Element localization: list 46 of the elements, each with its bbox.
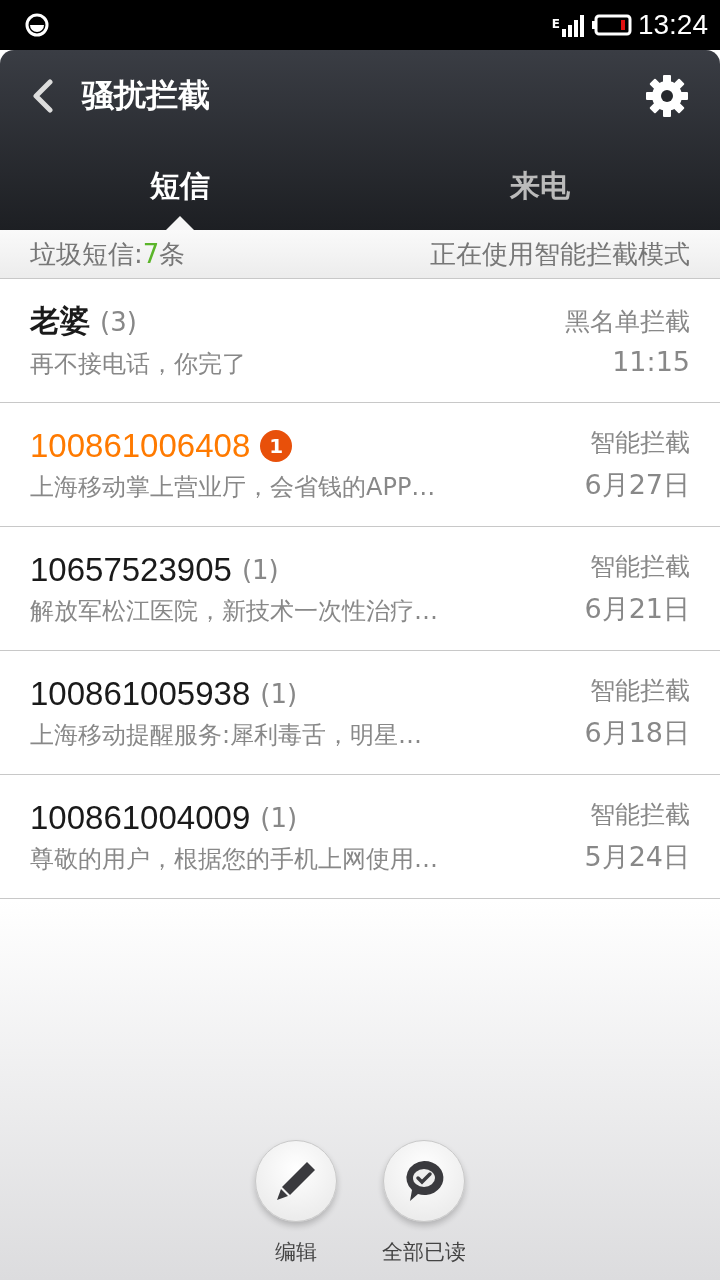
sender: 100861004009	[30, 798, 251, 837]
block-rule: 智能拦截	[590, 551, 690, 583]
clock: 13:24	[637, 9, 708, 41]
block-rule: 黑名单拦截	[565, 305, 690, 338]
settings-icon[interactable]	[644, 73, 690, 119]
mark-read-button[interactable]	[383, 1140, 465, 1222]
mode-status: 正在使用智能拦截模式	[430, 237, 690, 271]
block-rule: 智能拦截	[590, 799, 690, 831]
pencil-icon	[274, 1159, 318, 1203]
edit-button[interactable]	[255, 1140, 337, 1222]
unread-badge: 1	[260, 429, 293, 462]
signal-icon	[559, 13, 586, 37]
message-preview: 尊敬的用户，根据您的手机上网使用…	[30, 843, 438, 875]
message-preview: 再不接电话，你完了	[30, 349, 246, 380]
message-count: (1)	[260, 802, 298, 833]
block-rule: 智能拦截	[590, 427, 690, 459]
sender: 100861005938	[30, 674, 251, 713]
message-count: (1)	[260, 678, 298, 709]
message-preview: 上海移动提醒服务:犀利毒舌，明星…	[30, 719, 423, 751]
message-row[interactable]: 10657523905 (1) 解放军松江医院，新技术一次性治疗… 智能拦截 6月21日	[0, 527, 720, 651]
message-row[interactable]: 老婆 (3) 再不接电话，你完了 黑名单拦截 11:15	[0, 279, 720, 403]
spam-count: 垃圾短信:7条	[30, 237, 186, 271]
message-time: 11:15	[612, 345, 690, 377]
network-type: E	[551, 17, 560, 31]
message-time: 6月27日	[584, 468, 690, 502]
message-preview: 上海移动掌上营业厅，会省钱的APP…	[30, 471, 436, 503]
sender: 老婆	[30, 302, 90, 340]
message-count: (1)	[241, 554, 279, 585]
page-title: 骚扰拦截	[82, 75, 211, 116]
action-label: 全部已读	[382, 1239, 466, 1266]
block-rule: 智能拦截	[590, 675, 690, 707]
message-row[interactable]: 100861005938 (1) 上海移动提醒服务:犀利毒舌，明星… 智能拦截 6月18日	[0, 651, 720, 775]
app-notification-icon	[24, 12, 50, 38]
battery-icon	[591, 14, 632, 36]
message-row[interactable]: 100861004009 (1) 尊敬的用户，根据您的手机上网使用… 智能拦截 5月24日	[0, 775, 720, 899]
message-time: 6月18日	[584, 716, 690, 750]
message-row[interactable]: 100861006408 1 上海移动掌上营业厅，会省钱的APP… 智能拦截 6月27日	[0, 403, 720, 527]
action-label: 编辑	[275, 1239, 317, 1266]
sender: 100861006408	[30, 426, 251, 465]
message-preview: 解放军松江医院，新技术一次性治疗…	[30, 595, 438, 627]
sender: 10657523905	[30, 550, 232, 589]
message-time: 6月21日	[584, 592, 690, 626]
message-count: (3)	[100, 306, 137, 337]
tab[interactable]: 来电	[360, 142, 720, 230]
message-time: 5月24日	[584, 840, 690, 874]
back-icon[interactable]	[30, 79, 54, 113]
